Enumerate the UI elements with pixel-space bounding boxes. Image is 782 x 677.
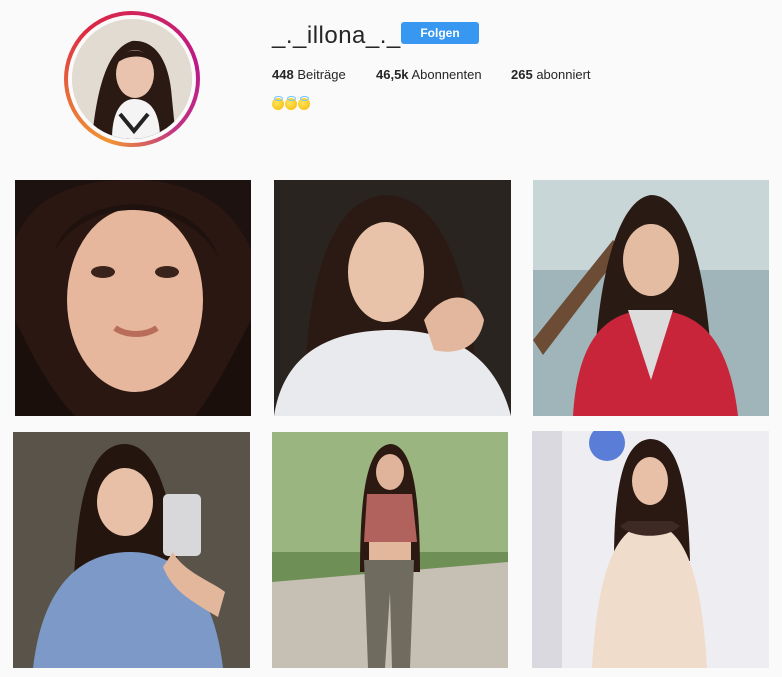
post-thumbnail[interactable] [532, 431, 769, 668]
posts-grid [0, 0, 782, 677]
post-thumbnail[interactable] [13, 432, 250, 668]
post-thumbnail[interactable] [533, 180, 769, 416]
post-thumbnail[interactable] [15, 180, 251, 416]
post-thumbnail[interactable] [272, 432, 508, 668]
post-thumbnail[interactable] [274, 180, 511, 416]
